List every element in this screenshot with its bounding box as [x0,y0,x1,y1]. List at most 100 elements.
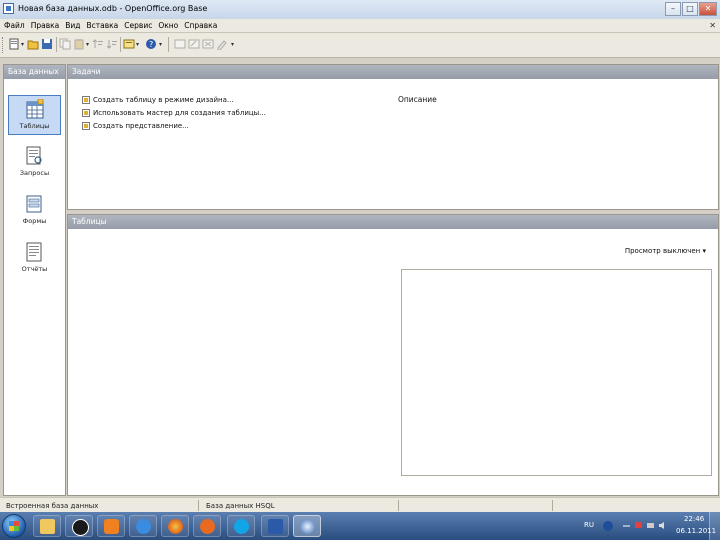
database-panel: База данных Таблицы Запросы Формы Отчёты [3,64,66,496]
help-tray-icon[interactable] [602,518,614,534]
tables-panel: Таблицы Просмотр выключен ▾ [67,214,719,496]
folder-icon [40,519,55,534]
open-object-icon[interactable] [174,38,186,50]
menu-help[interactable]: Справка [184,21,217,30]
flag-tray-icon[interactable] [634,521,643,530]
form-dropdown-arrow[interactable]: ▾ [136,41,139,48]
taskbar-internet-explorer[interactable] [129,515,157,537]
taskbar-media-player[interactable] [97,515,125,537]
query-icon [26,146,42,165]
word-icon [268,519,283,534]
close-document-button[interactable]: ✕ [709,21,716,30]
table-icon [26,99,44,119]
task-table-wizard[interactable]: Использовать мастер для создания таблицы… [82,108,266,118]
taskbar-word[interactable] [261,515,289,537]
status-separator [398,500,399,511]
rename-object-icon[interactable] [216,38,228,50]
taskbar-skype[interactable] [227,515,255,537]
toolbar-separator [56,37,57,52]
menu-tools[interactable]: Сервис [124,21,152,30]
task-label: Использовать мастер для создания таблицы… [93,109,266,117]
sidebar-item-label: Формы [22,217,47,225]
openoffice-icon [300,519,315,534]
tables-panel-title: Таблицы [68,215,718,229]
firefox-icon [168,519,183,534]
arrow-tray-icon[interactable] [622,521,631,530]
show-desktop-button[interactable] [709,512,720,540]
clock-time[interactable]: 22:46 [684,515,704,523]
help-dropdown-arrow[interactable]: ▾ [159,41,162,48]
report-icon [26,242,42,262]
status-database-type: Встроенная база данных [6,502,99,510]
close-button[interactable]: ✕ [699,2,717,16]
windows-taskbar: RU 22:46 06.11.2011 [0,512,720,540]
new-document-icon[interactable] [8,38,20,50]
task-create-table-design[interactable]: Создать таблицу в режиме дизайна... [82,95,234,105]
view-icon [82,122,90,130]
maximize-button[interactable]: □ [682,2,698,16]
tasks-panel: Задачи Создать таблицу в режиме дизайна.… [67,64,719,210]
sidebar-item-label: Отчёты [21,265,48,273]
sidebar-item-forms[interactable]: Формы [8,191,61,231]
sidebar-item-tables[interactable]: Таблицы [8,95,61,135]
menu-edit[interactable]: Правка [31,21,60,30]
menu-insert[interactable]: Вставка [87,21,119,30]
status-database-engine: База данных HSQL [206,502,275,510]
form-object-icon[interactable] [123,38,135,50]
copy-icon[interactable] [59,38,71,50]
wizard-icon [82,109,90,117]
taskbar-hp[interactable] [65,515,93,537]
chevron-down-icon: ▾ [702,247,706,255]
window-controls: – □ ✕ [665,2,717,16]
toolbar-more-arrow[interactable]: ▾ [231,41,234,48]
sort-ascending-icon[interactable] [92,38,104,50]
open-folder-icon[interactable] [27,38,39,50]
title-bar: Новая база данных.odb - OpenOffice.org B… [0,0,720,20]
minimize-button[interactable]: – [665,2,681,16]
task-create-view[interactable]: Создать представление... [82,121,189,131]
app-icon [3,3,14,14]
network-tray-icon[interactable] [646,521,655,530]
svg-text:?: ? [149,40,153,49]
taskbar-explorer[interactable] [33,515,61,537]
preview-dropdown[interactable]: Просмотр выключен ▾ [625,247,706,255]
status-separator [198,500,199,511]
sidebar-item-label: Таблицы [19,122,50,130]
internet-explorer-icon [136,519,151,534]
start-button[interactable] [2,514,26,538]
toolbar-separator [120,37,121,52]
hp-icon [72,519,89,536]
standard-toolbar: ▾ ▾ ▾ ? ▾ ▾ [0,33,720,58]
taskbar-openoffice[interactable] [293,515,321,537]
delete-object-icon[interactable] [202,38,214,50]
menu-view[interactable]: Вид [65,21,80,30]
menu-file[interactable]: Файл [4,21,25,30]
media-player-icon [104,519,119,534]
task-label: Создать представление... [93,122,189,130]
status-bar: Встроенная база данных База данных HSQL [0,497,720,513]
taskbar-mail-agent[interactable] [193,515,221,537]
toolbar-separator [168,37,169,52]
tasks-panel-title: Задачи [68,65,718,79]
sort-descending-icon[interactable] [106,38,118,50]
description-label: Описание [398,95,437,104]
database-panel-title: База данных [4,65,65,79]
mail-agent-icon [200,519,215,534]
skype-icon [234,519,249,534]
paste-dropdown-arrow[interactable]: ▾ [86,41,89,48]
menu-bar: Файл Правка Вид Вставка Сервис Окно Спра… [0,19,720,33]
taskbar-firefox[interactable] [161,515,189,537]
volume-tray-icon[interactable] [658,521,667,530]
preview-label: Просмотр выключен [624,247,701,255]
toolbar-grip[interactable] [2,37,6,53]
save-icon[interactable] [41,38,53,50]
new-dropdown-arrow[interactable]: ▾ [21,41,24,48]
paste-icon[interactable] [73,38,85,50]
help-icon[interactable]: ? [145,38,157,50]
menu-window[interactable]: Окно [158,21,178,30]
edit-object-icon[interactable] [188,38,200,50]
form-icon [26,195,42,213]
language-indicator[interactable]: RU [584,521,594,529]
sidebar-item-queries[interactable]: Запросы [8,143,61,183]
sidebar-item-reports[interactable]: Отчёты [8,239,61,279]
